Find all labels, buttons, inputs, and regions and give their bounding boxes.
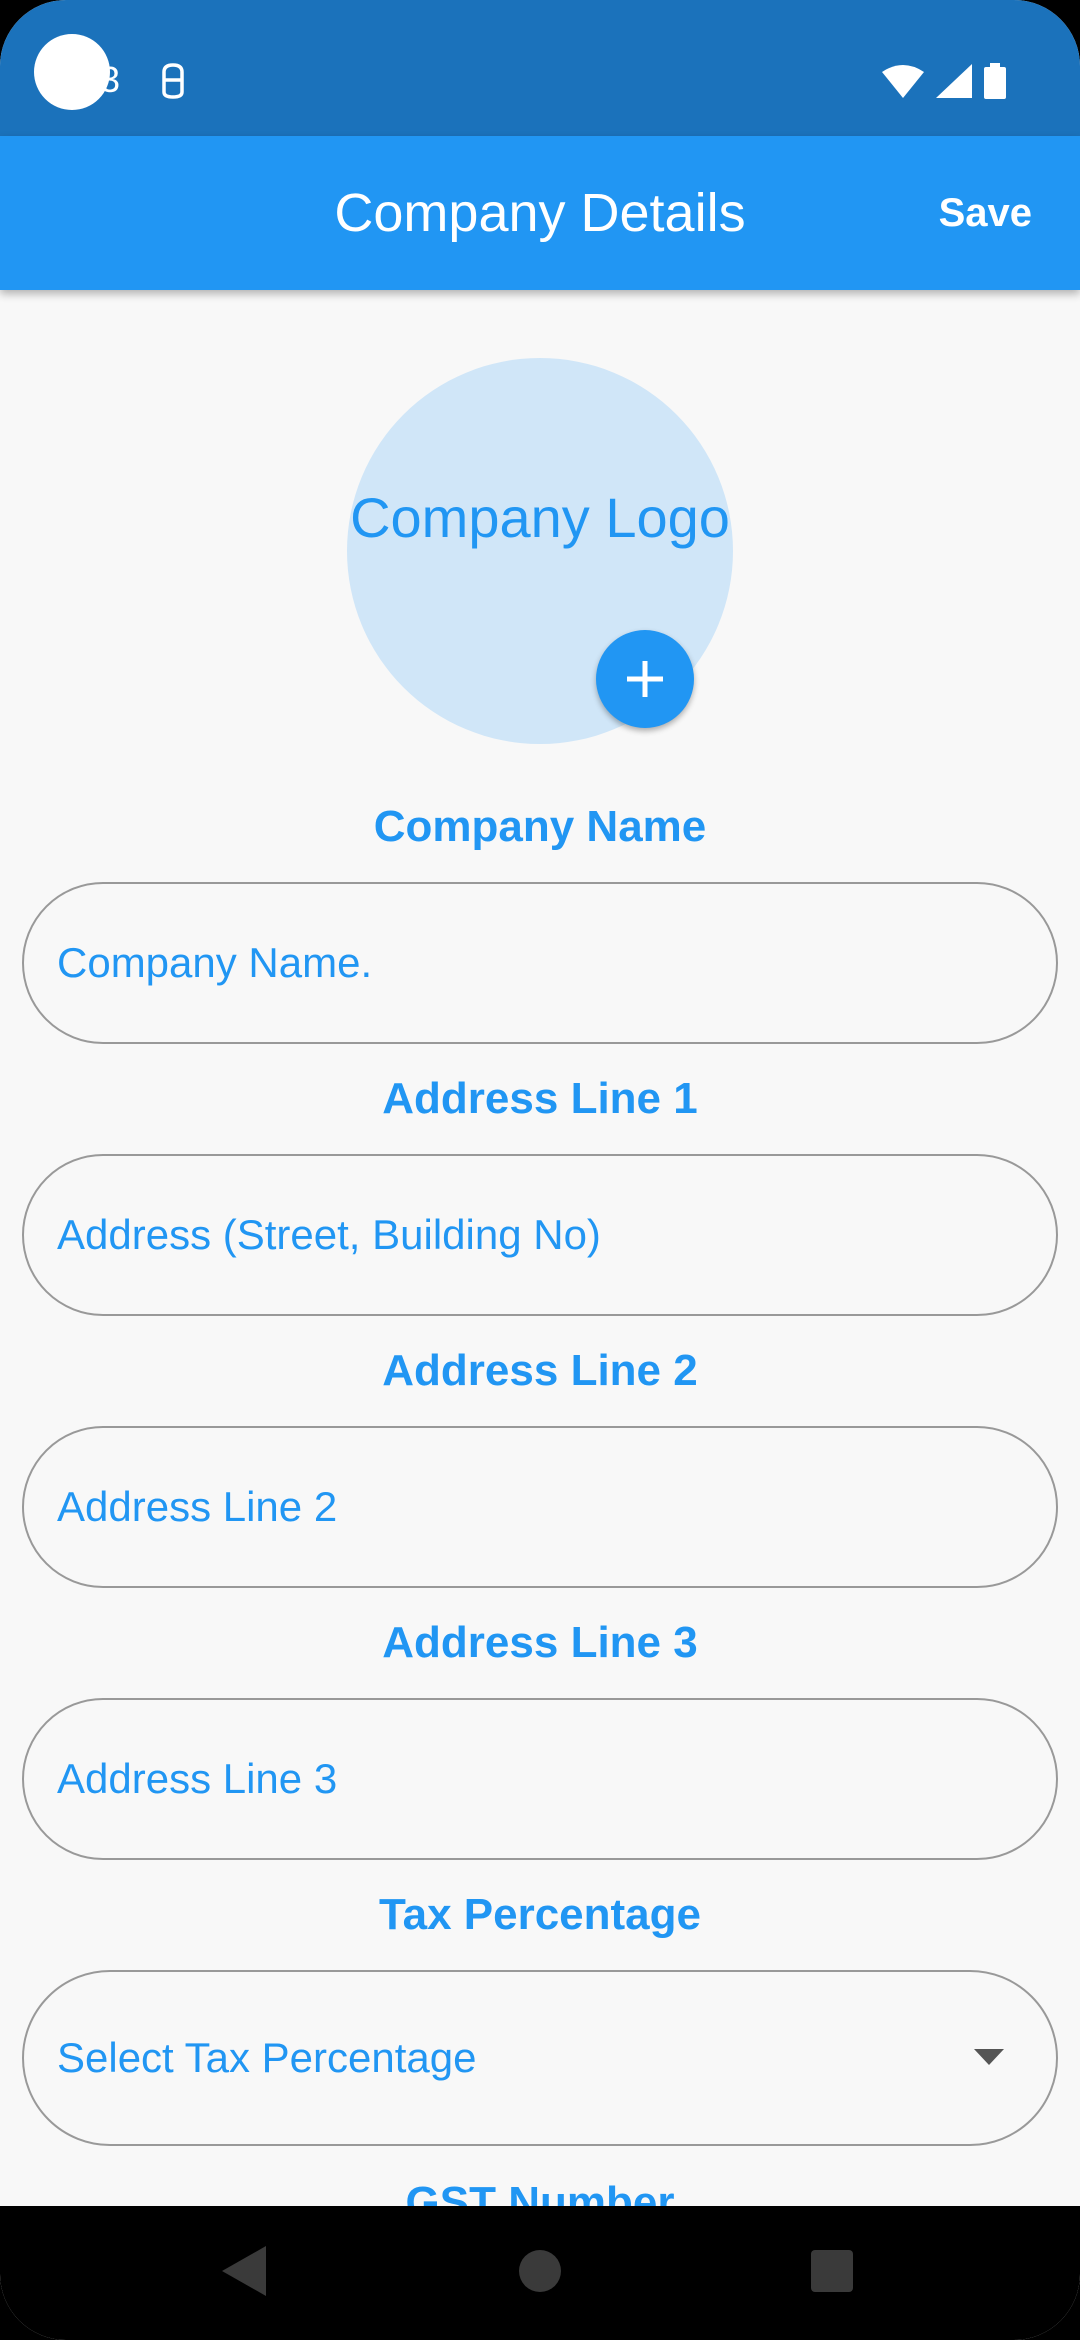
camera-cutout [34,34,110,110]
address-line-1-input[interactable]: Address (Street, Building No) [22,1154,1058,1316]
gst-number-label: GST Number [405,2178,675,2206]
company-name-placeholder: Company Name. [57,939,373,986]
address-line-3-input[interactable]: Address Line 3 [22,1698,1058,1860]
form-content[interactable]: Company Logo Company Name Company Name. … [0,290,1080,2206]
home-circle-icon[interactable] [518,2246,562,2296]
tax-percentage-placeholder: Select Tax Percentage [57,2034,477,2081]
address-line-3-label: Address Line 3 [382,1618,698,1667]
company-name-label: Company Name [373,802,707,851]
cell-signal-icon [936,64,972,98]
address-line-3-placeholder: Address Line 3 [57,1755,338,1802]
address-line-2-label: Address Line 2 [382,1346,698,1395]
notification-icon [162,63,184,99]
back-triangle-icon[interactable] [222,2246,266,2296]
save-button[interactable]: Save [939,136,1032,290]
phone-screen: 3 Company Details Save Company Logo Comp… [0,0,1080,2340]
app-bar: Company Details Save [0,136,1080,290]
wifi-icon [882,65,924,98]
company-name-input[interactable]: Company Name. [22,882,1058,1044]
address-line-2-input[interactable]: Address Line 2 [22,1426,1058,1588]
page-title: Company Details [334,183,746,243]
status-bar: 3 [0,0,1080,136]
add-logo-button[interactable] [596,630,694,728]
company-logo-placeholder: Company Logo [350,486,730,549]
address-line-1-label: Address Line 1 [382,1074,698,1123]
tax-percentage-label: Tax Percentage [378,1890,701,1939]
tax-percentage-dropdown[interactable]: Select Tax Percentage [22,1970,1058,2146]
system-nav-bar [0,2206,1080,2340]
address-line-2-placeholder: Address Line 2 [57,1483,338,1530]
battery-icon [984,63,1006,99]
recents-square-icon[interactable] [810,2246,854,2296]
dropdown-arrow-icon [974,2049,1004,2065]
plus-icon [627,661,663,697]
status-icons [882,62,1006,100]
address-line-1-placeholder: Address (Street, Building No) [57,1211,601,1258]
